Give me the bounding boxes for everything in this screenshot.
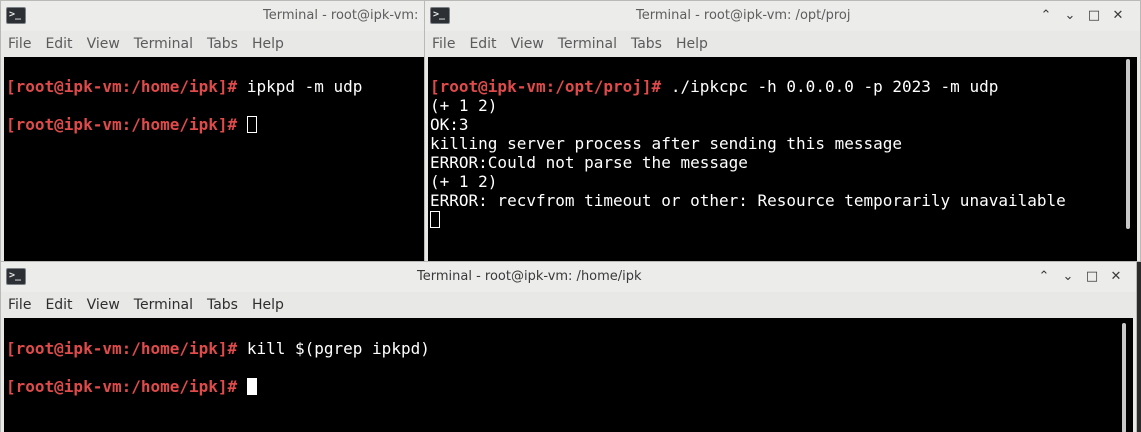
menu-edit[interactable]: Edit <box>45 292 72 318</box>
terminal-window-home-top[interactable]: >_ Terminal - root@ipk-vm: File Edit Vie… <box>0 0 426 262</box>
output-line: (+ 1 2) <box>430 96 498 115</box>
output-line: OK:3 <box>430 115 469 134</box>
menu-view[interactable]: View <box>511 31 544 57</box>
menu-terminal[interactable]: Terminal <box>134 292 193 318</box>
menu-bar: File Edit View Terminal Tabs Help <box>425 31 1140 57</box>
title-bar[interactable]: >_ Terminal - root@ipk-vm: <box>1 1 425 31</box>
shell-prompt: [root@ipk-vm:/home/ipk]# <box>6 115 238 134</box>
menu-tabs[interactable]: Tabs <box>207 292 238 318</box>
window-title: Terminal - root@ipk-vm: /home/ipk <box>417 269 642 284</box>
scrollbar[interactable] <box>1119 57 1137 261</box>
scrollbar-thumb[interactable] <box>1126 59 1130 229</box>
title-bar[interactable]: >_ Terminal - root@ipk-vm: /opt/proj ⌃ ⌄… <box>425 1 1140 31</box>
terminal-output[interactable]: [root@ipk-vm:/home/ipk]# ipkpd -m udp [r… <box>4 57 425 261</box>
command-text <box>237 115 247 134</box>
terminal-line: [root@ipk-vm:/home/ipk]# kill $(pgrep ip… <box>4 339 1133 358</box>
window-title: Terminal - root@ipk-vm: <box>263 8 419 23</box>
shell-prompt: [root@ipk-vm:/home/ipk]# <box>6 77 238 96</box>
close-button[interactable]: ✕ <box>1104 262 1128 292</box>
menu-bar: File Edit View Terminal Tabs Help <box>1 292 1136 318</box>
window-controls: ⌃ ⌄ □ ✕ <box>1034 1 1130 31</box>
menu-help[interactable]: Help <box>252 31 284 57</box>
output-line: killing server process after sending thi… <box>430 134 903 153</box>
terminal-line: [root@ipk-vm:/opt/proj]# ./ipkcpc -h 0.0… <box>428 77 1137 96</box>
maximize-button[interactable]: □ <box>1080 262 1104 292</box>
maximize-button[interactable]: □ <box>1082 1 1106 31</box>
menu-terminal[interactable]: Terminal <box>558 31 617 57</box>
scrollbar-thumb[interactable] <box>1122 323 1126 432</box>
menu-view[interactable]: View <box>87 31 120 57</box>
menu-view[interactable]: View <box>87 292 120 318</box>
menu-tabs[interactable]: Tabs <box>631 31 662 57</box>
command-text: ./ipkcpc -h 0.0.0.0 -p 2023 -m udp <box>661 77 999 96</box>
menu-file[interactable]: File <box>8 292 31 318</box>
text-cursor <box>430 211 440 228</box>
menu-help[interactable]: Help <box>676 31 708 57</box>
output-line: (+ 1 2) <box>430 172 498 191</box>
text-cursor <box>246 116 257 133</box>
shell-prompt: [root@ipk-vm:/opt/proj]# <box>430 77 662 96</box>
menu-terminal[interactable]: Terminal <box>134 31 193 57</box>
restore-button[interactable]: ⌄ <box>1056 262 1080 292</box>
command-text: ipkpd -m udp <box>237 77 363 96</box>
menu-edit[interactable]: Edit <box>45 31 72 57</box>
text-cursor <box>246 378 257 395</box>
terminal-line: [root@ipk-vm:/home/ipk]# ipkpd -m udp <box>4 77 425 96</box>
terminal-line: [root@ipk-vm:/home/ipk]# <box>4 377 1133 396</box>
window-title: Terminal - root@ipk-vm: /opt/proj <box>636 8 851 23</box>
terminal-window-home-bottom[interactable]: >_ Terminal - root@ipk-vm: /home/ipk ⌃ ⌄… <box>0 261 1137 432</box>
close-button[interactable]: ✕ <box>1106 1 1130 31</box>
menu-file[interactable]: File <box>432 31 455 57</box>
output-line: ERROR: recvfrom timeout or other: Resour… <box>430 191 1066 210</box>
menu-file[interactable]: File <box>8 31 31 57</box>
menu-bar: File Edit View Terminal Tabs Help <box>1 31 425 57</box>
menu-edit[interactable]: Edit <box>469 31 496 57</box>
terminal-line: [root@ipk-vm:/home/ipk]# <box>4 115 425 134</box>
output-line: ERROR:Could not parse the message <box>430 153 748 172</box>
minimize-button[interactable]: ⌃ <box>1032 262 1056 292</box>
restore-button[interactable]: ⌄ <box>1058 1 1082 31</box>
shell-prompt: [root@ipk-vm:/home/ipk]# <box>6 377 238 396</box>
shell-prompt: [root@ipk-vm:/home/ipk]# <box>6 339 238 358</box>
terminal-window-proj[interactable]: >_ Terminal - root@ipk-vm: /opt/proj ⌃ ⌄… <box>424 0 1141 262</box>
terminal-output[interactable]: [root@ipk-vm:/opt/proj]# ./ipkcpc -h 0.0… <box>428 57 1137 261</box>
terminal-app-icon: >_ <box>430 7 450 24</box>
terminal-app-icon: >_ <box>6 7 26 24</box>
terminal-app-icon: >_ <box>6 268 26 285</box>
scrollbar[interactable] <box>1115 318 1133 432</box>
minimize-button[interactable]: ⌃ <box>1034 1 1058 31</box>
terminal-line <box>428 210 1137 229</box>
window-controls: ⌃ ⌄ □ ✕ <box>1032 262 1128 292</box>
command-text <box>237 377 247 396</box>
menu-help[interactable]: Help <box>252 292 284 318</box>
terminal-output[interactable]: [root@ipk-vm:/home/ipk]# kill $(pgrep ip… <box>4 318 1133 432</box>
command-text: kill $(pgrep ipkpd) <box>237 339 430 358</box>
menu-tabs[interactable]: Tabs <box>207 31 238 57</box>
title-bar[interactable]: >_ Terminal - root@ipk-vm: /home/ipk ⌃ ⌄… <box>1 262 1136 292</box>
